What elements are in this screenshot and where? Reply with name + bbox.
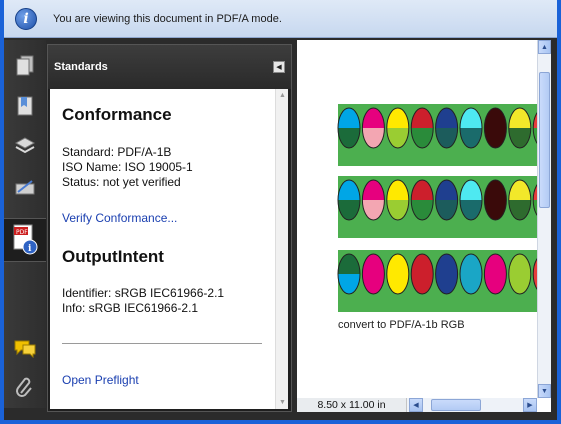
- panel-content: Conformance Standard: PDF/A-1B ISO Name:…: [50, 89, 288, 409]
- scroll-down-arrow[interactable]: ▼: [276, 396, 288, 409]
- color-swatch: [508, 253, 532, 295]
- scroll-right-button[interactable]: ▶: [523, 398, 537, 412]
- color-swatch: [410, 107, 434, 149]
- scroll-down-button[interactable]: ▼: [538, 384, 551, 398]
- color-swatch: [361, 253, 385, 295]
- color-swatch: [508, 107, 532, 149]
- color-swatch: [483, 107, 507, 149]
- pdfa-info-bar: i You are viewing this document in PDF/A…: [4, 0, 557, 38]
- identifier-text: Identifier: sRGB IEC61966-2.1: [62, 286, 225, 300]
- scroll-left-button[interactable]: ◀: [409, 398, 423, 412]
- color-swatch: [483, 179, 507, 221]
- color-swatch: [459, 253, 483, 295]
- page-caption: convert to PDF/A-1b RGB: [338, 319, 465, 331]
- swatch-figure: [337, 104, 551, 312]
- color-swatch: [459, 179, 483, 221]
- color-swatch: [483, 253, 507, 295]
- status-bar: 8.50 x 11.00 in ◀ ▶: [297, 398, 537, 412]
- pages-icon[interactable]: [4, 48, 46, 84]
- standard-text: Standard: PDF/A-1B: [62, 145, 172, 159]
- output-intent-heading: OutputIntent: [62, 247, 164, 266]
- divider: [62, 343, 262, 344]
- color-swatch: [386, 253, 410, 295]
- horizontal-scrollbar[interactable]: ◀ ▶: [409, 398, 537, 412]
- panel-title: Standards: [54, 61, 108, 73]
- color-swatch: [386, 179, 410, 221]
- attachments-icon[interactable]: [4, 370, 46, 406]
- color-swatch: [337, 107, 361, 149]
- color-swatch: [410, 253, 434, 295]
- color-swatch: [386, 107, 410, 149]
- info-message: You are viewing this document in PDF/A m…: [53, 12, 282, 25]
- info-text: Info: sRGB IEC61966-2.1: [62, 301, 199, 315]
- scroll-up-arrow[interactable]: ▲: [276, 89, 288, 102]
- comments-icon[interactable]: [4, 330, 46, 366]
- info-icon: i: [15, 7, 37, 30]
- color-swatch: [337, 253, 361, 295]
- color-swatch: [410, 179, 434, 221]
- navigation-pane-toolbar: PDF i: [4, 40, 46, 408]
- bookmarks-icon[interactable]: [4, 88, 46, 124]
- color-swatch: [361, 179, 385, 221]
- iso-name-text: ISO Name: ISO 19005-1: [62, 160, 193, 174]
- color-swatch: [337, 179, 361, 221]
- color-swatch: [435, 107, 459, 149]
- standards-icon[interactable]: PDF i: [4, 218, 46, 262]
- conformance-heading: Conformance: [62, 105, 172, 124]
- panel-header: Standards ◀: [48, 45, 291, 89]
- standards-panel: Standards ◀ Conformance Standard: PDF/A-…: [47, 44, 292, 412]
- color-swatch: [435, 253, 459, 295]
- color-swatch: [361, 107, 385, 149]
- color-swatch: [435, 179, 459, 221]
- svg-text:i: i: [28, 244, 32, 254]
- svg-text:PDF: PDF: [16, 229, 28, 236]
- color-swatch: [459, 107, 483, 149]
- open-preflight-link[interactable]: Open Preflight: [62, 373, 267, 387]
- verify-conformance-link[interactable]: Verify Conformance...: [62, 211, 267, 225]
- layers-icon[interactable]: [4, 128, 46, 164]
- signatures-icon[interactable]: [4, 170, 46, 206]
- horizontal-scroll-thumb[interactable]: [431, 399, 481, 411]
- panel-scrollbar[interactable]: ▲ ▼: [275, 89, 288, 409]
- page-size-indicator: 8.50 x 11.00 in: [297, 398, 407, 412]
- scroll-up-button[interactable]: ▲: [538, 40, 551, 54]
- vertical-scrollbar[interactable]: ▲ ▼: [537, 40, 551, 398]
- vertical-scroll-thumb[interactable]: [539, 72, 550, 208]
- color-swatch: [508, 179, 532, 221]
- document-view: [297, 40, 551, 412]
- collapse-panel-button[interactable]: ◀: [273, 61, 285, 73]
- status-text: Status: not yet verified: [62, 175, 181, 189]
